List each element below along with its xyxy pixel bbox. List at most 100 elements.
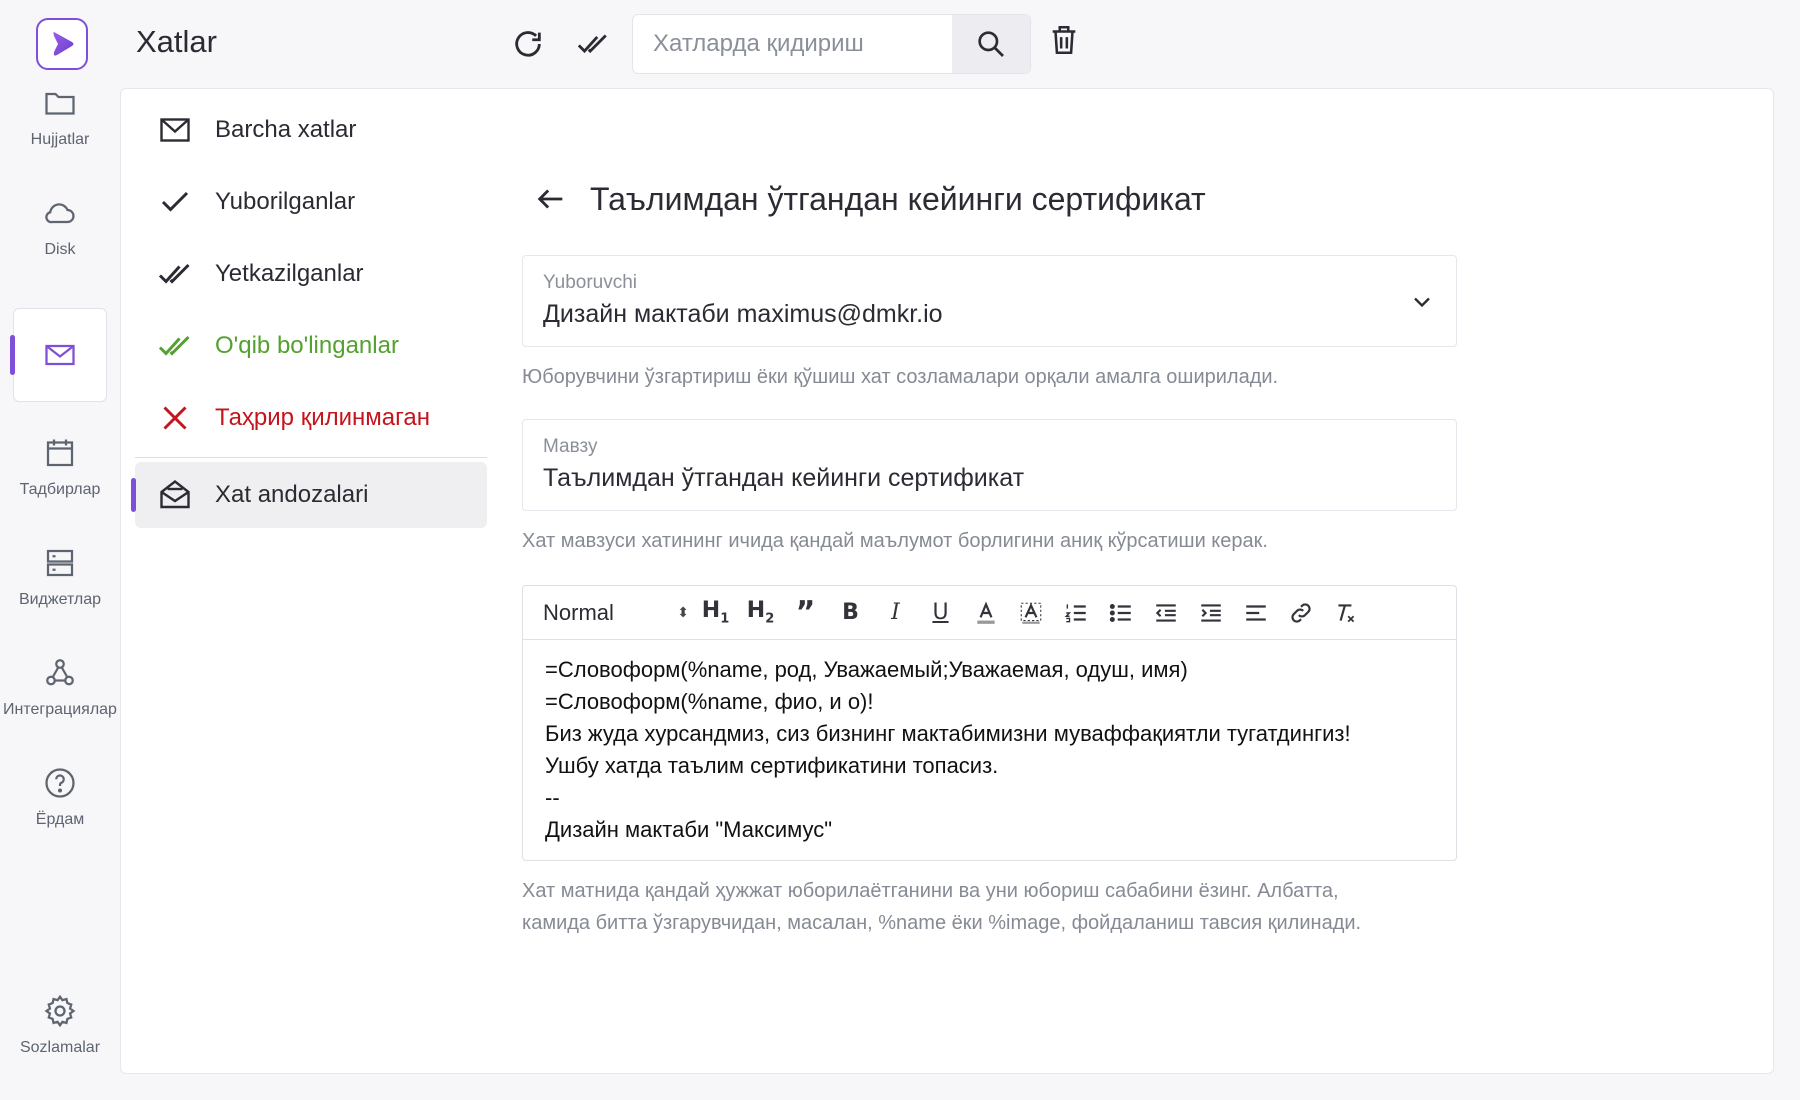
rail-item-events[interactable]: Тадбирлар	[0, 420, 120, 514]
text-color-icon	[976, 601, 995, 624]
body-line: Дизайн мактаби "Максимус"	[545, 817, 833, 842]
folder-sent[interactable]: Yuborilganlar	[135, 169, 487, 235]
body-line: Биз жуда хурсандмиз, сиз бизнинг мактаби…	[545, 721, 1351, 746]
rail-item-disk[interactable]: Disk	[0, 180, 120, 274]
clear-format-button[interactable]	[1323, 593, 1368, 633]
double-check-icon	[577, 34, 607, 54]
folder-label: Yetkazilganlar	[215, 260, 364, 287]
heading1-button[interactable]: H1	[693, 593, 738, 633]
app-logo[interactable]	[36, 18, 88, 70]
subject-value: Таълимдан ўтгандан кейинги сертификат	[543, 464, 1025, 492]
divider	[135, 457, 487, 458]
template-title: Таълимдан ўтгандан кейинги сертификат	[590, 180, 1206, 217]
italic-icon: I	[891, 600, 900, 625]
folder-list: Barcha xatlar Yuborilganlar Yetkazilganl…	[131, 97, 487, 534]
ordered-list-icon	[1064, 603, 1086, 622]
body-line: Ушбу хатда таълим сертификатини топасиз.	[545, 753, 999, 778]
italic-button[interactable]: I	[873, 593, 918, 633]
folder-all[interactable]: Barcha xatlar	[135, 97, 487, 163]
align-button[interactable]	[1233, 593, 1278, 633]
sender-select[interactable]: Yuboruvchi Дизайн мактаби maximus@dmkr.i…	[522, 255, 1457, 347]
active-indicator	[131, 478, 136, 512]
bullet-list-button[interactable]	[1098, 593, 1143, 633]
bold-button[interactable]: B	[828, 593, 873, 633]
search-button[interactable]	[952, 15, 1030, 73]
main-card: Barcha xatlar Yuborilganlar Yetkazilganl…	[120, 88, 1774, 1074]
format-select[interactable]: Normal ⬍	[543, 600, 693, 626]
rail-item-label: Виджетлар	[18, 591, 102, 608]
editor-content[interactable]: =Словоформ(%name, род, Уважаемый;Уважаем…	[523, 640, 1456, 860]
close-icon	[163, 406, 187, 430]
link-icon	[1290, 602, 1311, 623]
heading2-button[interactable]: H2	[738, 593, 783, 633]
gear-icon	[44, 994, 76, 1028]
quote-icon: ”	[795, 595, 816, 630]
check-icon	[161, 191, 189, 212]
indent-button[interactable]	[1188, 593, 1233, 633]
arrow-left-icon[interactable]	[534, 182, 568, 216]
underline-button[interactable]: U	[918, 593, 963, 633]
envelope-icon	[160, 118, 190, 142]
refresh-button[interactable]	[504, 20, 552, 68]
envelope-icon	[45, 344, 75, 366]
indent-icon	[1200, 603, 1221, 622]
rail-item-label: Ёрдам	[35, 811, 85, 828]
rail-item-documents[interactable]: Hujjatlar	[0, 70, 120, 164]
chevron-down-icon	[1414, 297, 1430, 308]
rail-item-label: Hujjatlar	[30, 131, 90, 148]
rail-item-label: Sozlamalar	[19, 1039, 101, 1056]
sender-value: Дизайн мактаби maximus@dmkr.io	[543, 300, 943, 328]
search-input[interactable]	[633, 15, 953, 73]
page-title: Xatlar	[136, 24, 217, 59]
text-color-button[interactable]	[963, 593, 1008, 633]
highlight-button[interactable]	[1008, 593, 1053, 633]
folder-delivered[interactable]: Yetkazilganlar	[135, 241, 487, 307]
form-header: Таълимдан ўтгандан кейинги сертификат	[534, 169, 1457, 229]
body-line: =Словоформ(%name, фио, и о)!	[545, 689, 874, 714]
rail-item-integrations[interactable]: Интеграциялар	[0, 640, 120, 734]
delete-button[interactable]	[1040, 16, 1088, 64]
folder-label: O'qib bo'linganlar	[215, 332, 399, 359]
body-line: --	[545, 785, 560, 810]
body-hint-line: камида битта ўзгарувчидан, масалан, %nam…	[522, 912, 1362, 934]
folder-unedited[interactable]: Таҳрир қилинмаган	[135, 385, 487, 451]
link-button[interactable]	[1278, 593, 1323, 633]
trash-icon	[1052, 25, 1076, 55]
folder-icon	[45, 92, 75, 115]
folder-read[interactable]: O'qib bo'linganlar	[135, 313, 487, 379]
sender-hint: Юборувчини ўзгартириш ёки қўшиш хат созл…	[522, 366, 1279, 388]
server-icon	[46, 549, 74, 577]
align-left-icon	[1245, 604, 1266, 621]
body-line: =Словоформ(%name, род, Уважаемый;Уважаем…	[545, 657, 1188, 682]
h1-icon: H1	[701, 598, 730, 627]
format-value: Normal	[543, 599, 614, 625]
ordered-list-button[interactable]	[1053, 593, 1098, 633]
double-check-icon	[158, 335, 190, 356]
bold-icon: B	[842, 600, 859, 625]
subject-field[interactable]: Мавзу Таълимдан ўтгандан кейинги сертифи…	[522, 419, 1457, 511]
rail-item-label: Disk	[44, 241, 76, 258]
logo-icon	[53, 32, 74, 56]
active-indicator	[10, 335, 15, 375]
editor-toolbar: Normal ⬍ H1 H2 ” B I U	[523, 586, 1456, 640]
quote-button[interactable]: ”	[783, 593, 828, 633]
mark-read-button[interactable]	[569, 20, 617, 68]
folder-label: Yuborilganlar	[215, 188, 356, 215]
rail-item-mail[interactable]	[0, 308, 120, 402]
outdent-icon	[1155, 603, 1176, 622]
folder-templates[interactable]: Xat andozalari	[131, 462, 487, 528]
left-rail: Hujjatlar Disk Тадбирлар Виджетлар Интег…	[0, 0, 120, 1100]
underline-icon: U	[932, 600, 949, 625]
highlight-icon	[1020, 602, 1041, 624]
rail-item-widgets[interactable]: Виджетлар	[0, 530, 120, 624]
rail-item-settings[interactable]: Sozlamalar	[0, 978, 120, 1072]
h2-icon: H2	[746, 598, 775, 627]
cloud-icon	[45, 203, 75, 224]
help-icon	[45, 768, 75, 798]
outdent-button[interactable]	[1143, 593, 1188, 633]
bullet-list-icon	[1109, 603, 1131, 622]
folder-label: Таҳрир қилинмаган	[215, 404, 430, 431]
double-check-icon	[158, 263, 190, 284]
rail-item-help[interactable]: Ёрдам	[0, 750, 120, 844]
body-editor: Normal ⬍ H1 H2 ” B I U =Словоформ(%name,…	[522, 585, 1457, 861]
